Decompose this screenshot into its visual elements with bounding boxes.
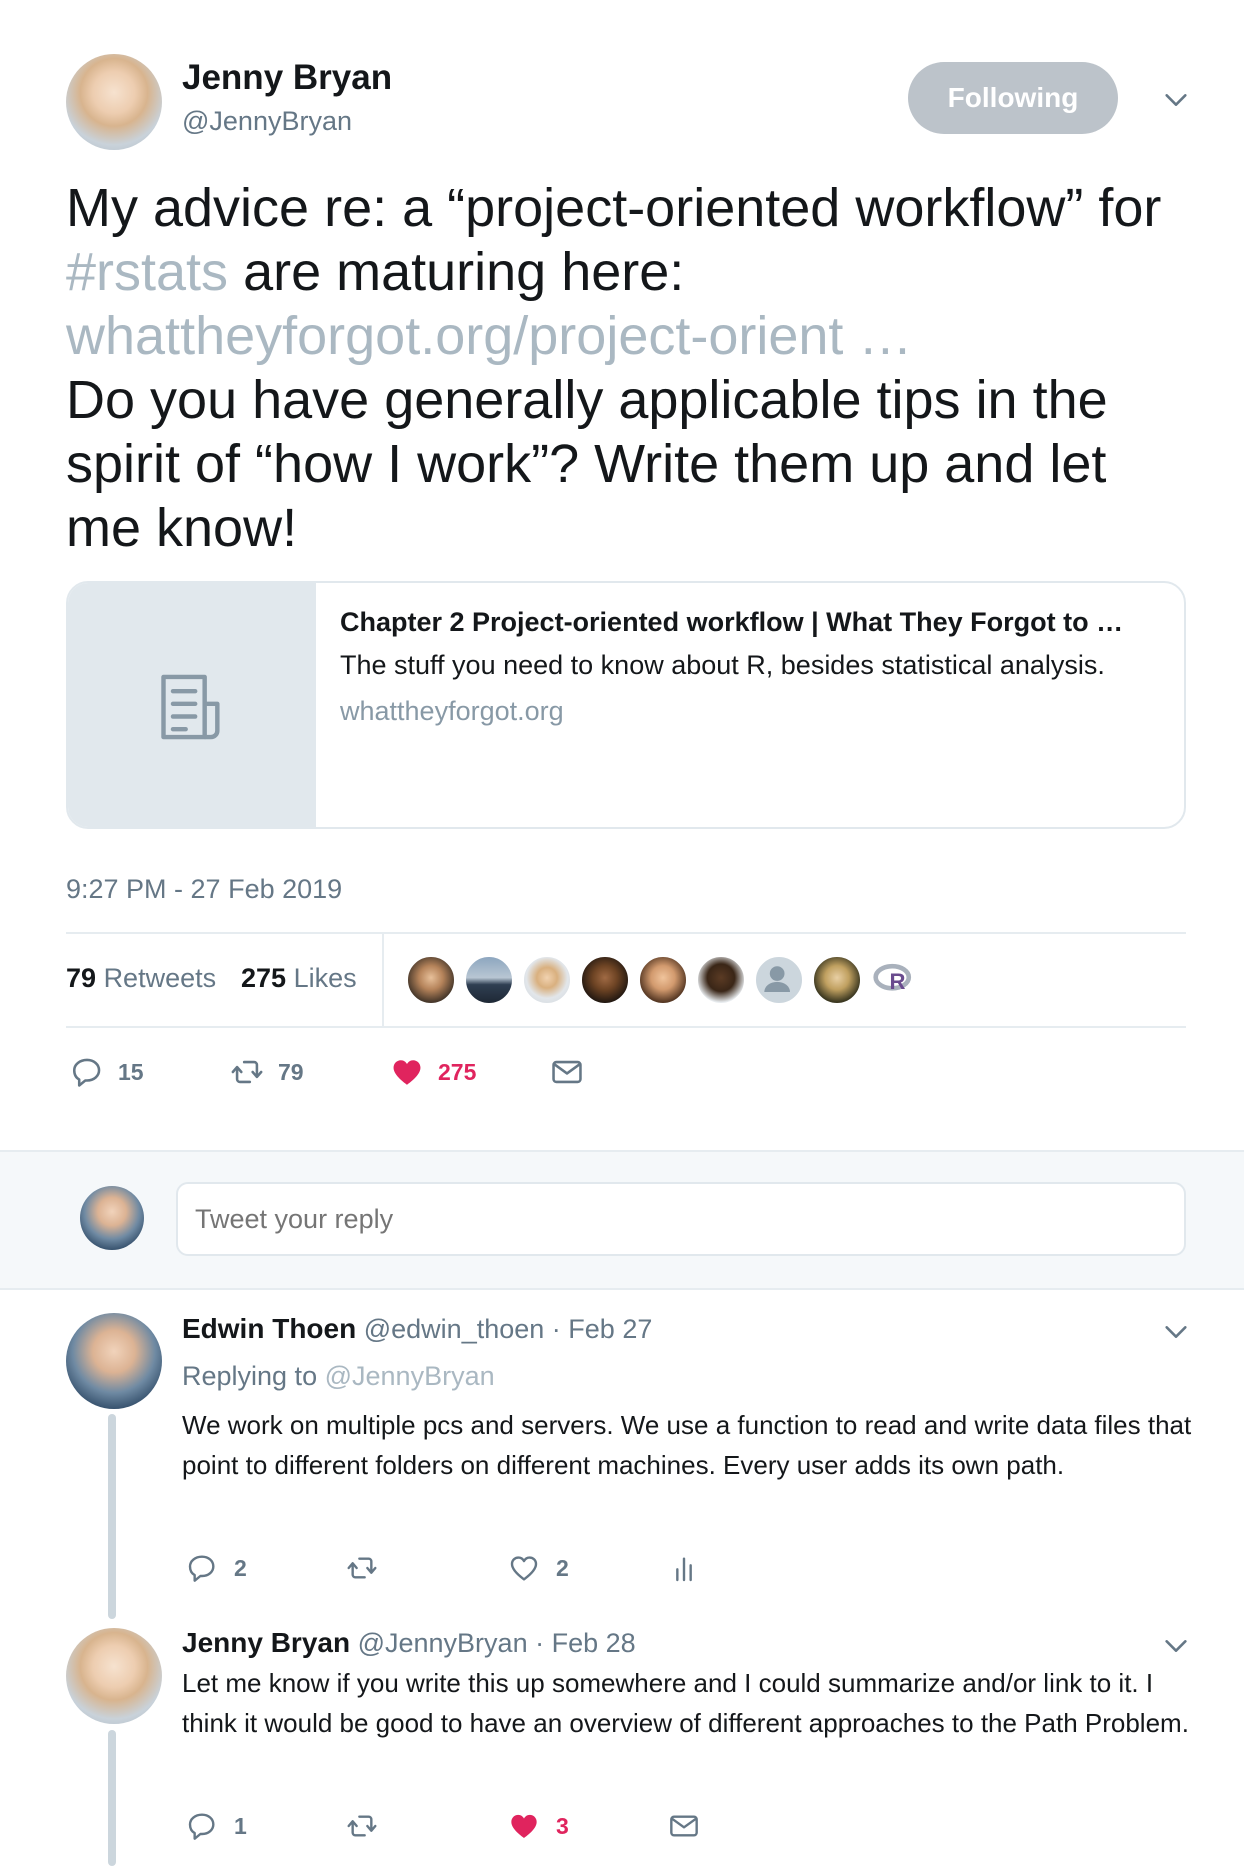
document-icon — [161, 674, 220, 740]
tweet-text-part: Do you have generally applicable tips in… — [66, 370, 1108, 558]
tweet-timestamp[interactable]: 9:27 PM - 27 Feb 2019 — [66, 874, 342, 905]
reply-text: We work on multiple pcs and servers. We … — [182, 1410, 1192, 1480]
direct-message-button[interactable] — [550, 1050, 584, 1094]
like-count: 3 — [556, 1812, 569, 1839]
retweet-button[interactable] — [346, 1548, 378, 1588]
reply-date[interactable]: · Feb 28 — [535, 1628, 636, 1658]
envelope-icon — [670, 1815, 698, 1837]
card-domain: whattheyforgot.org — [340, 696, 564, 726]
analytics-button[interactable] — [668, 1548, 700, 1588]
replying-to-label: Replying to — [182, 1361, 318, 1391]
card-description: The stuff you need to know about R, besi… — [340, 650, 1105, 680]
default-avatar[interactable] — [754, 955, 804, 1005]
like-button[interactable]: 275 — [390, 1050, 476, 1094]
tweet-text: My advice re: a “project-oriented workfl… — [66, 176, 1186, 560]
retweet-icon — [231, 1060, 263, 1084]
divider — [66, 1026, 1186, 1028]
reply-count: 2 — [234, 1554, 247, 1581]
reply-icon — [188, 1813, 215, 1840]
reply-date[interactable]: · Feb 27 — [552, 1314, 653, 1344]
divider — [66, 932, 1186, 934]
liker-avatar[interactable] — [812, 955, 862, 1005]
reply-text: Let me know if you write this up somewhe… — [182, 1668, 1189, 1738]
reply-input[interactable] — [176, 1182, 1186, 1256]
retweet-button[interactable]: 79 — [230, 1050, 304, 1094]
analytics-icon — [676, 1557, 692, 1582]
like-button[interactable]: 2 — [508, 1548, 569, 1588]
liker-avatar[interactable] — [580, 955, 630, 1005]
mention-link[interactable]: @JennyBryan — [325, 1361, 495, 1391]
following-button[interactable]: Following — [908, 62, 1118, 134]
retweets-label: Retweets — [103, 963, 217, 993]
liker-avatar[interactable] — [522, 955, 572, 1005]
reply-header: Jenny Bryan @JennyBryan · Feb 28 — [182, 1627, 636, 1659]
reply-composer — [0, 1150, 1244, 1290]
author-handle[interactable]: @JennyBryan — [182, 106, 352, 137]
direct-message-button[interactable] — [668, 1806, 700, 1846]
hashtag-link[interactable]: #rstats — [66, 242, 228, 302]
chevron-down-icon[interactable] — [1162, 1632, 1190, 1660]
card-thumbnail — [68, 583, 316, 827]
like-count: 2 — [556, 1554, 569, 1581]
reply-author-handle[interactable]: @JennyBryan — [358, 1628, 528, 1658]
tweet-text-part: are maturing here: — [228, 242, 685, 302]
like-count: 275 — [438, 1058, 477, 1085]
heart-icon — [510, 1556, 538, 1581]
retweets-stat[interactable]: 79 Retweets — [66, 963, 216, 994]
author-name[interactable]: Jenny Bryan — [182, 58, 392, 98]
likes-label: Likes — [293, 963, 357, 993]
reply-count: 15 — [118, 1058, 144, 1085]
retweet-icon — [347, 1557, 377, 1579]
reply-icon — [72, 1058, 101, 1087]
reply-author-name[interactable]: Jenny Bryan — [182, 1627, 350, 1658]
reply-author-avatar[interactable] — [66, 1628, 162, 1724]
chevron-down-icon[interactable] — [1162, 86, 1190, 114]
retweet-count: 79 — [278, 1058, 304, 1085]
retweet-button[interactable] — [346, 1806, 378, 1846]
reply-button[interactable]: 1 — [186, 1806, 247, 1846]
author-avatar[interactable] — [66, 54, 162, 150]
liker-avatar[interactable] — [696, 955, 746, 1005]
thread-line — [108, 1730, 116, 1866]
thread-line — [108, 1414, 116, 1619]
like-button[interactable]: 3 — [508, 1806, 569, 1846]
heart-filled-icon — [393, 1060, 421, 1085]
likes-stat[interactable]: 275 Likes — [241, 963, 357, 994]
liker-avatar[interactable] — [464, 955, 514, 1005]
r-logo-avatar[interactable]: R — [870, 955, 920, 1005]
person-icon — [764, 966, 791, 992]
svg-text:R: R — [889, 969, 905, 994]
reply-author-avatar[interactable] — [66, 1313, 162, 1409]
link-card[interactable]: Chapter 2 Project-oriented workflow | Wh… — [66, 581, 1186, 829]
tweet-text-part: My advice re: a “project-oriented workfl… — [66, 178, 1162, 238]
heart-filled-icon — [511, 1814, 537, 1838]
reply-count: 1 — [234, 1812, 247, 1839]
url-link[interactable]: whattheyforgot.org/project-orient … — [66, 306, 912, 366]
reply-author-name[interactable]: Edwin Thoen — [182, 1313, 356, 1344]
envelope-icon — [552, 1060, 582, 1084]
reply-button[interactable]: 15 — [70, 1050, 144, 1094]
liker-avatar[interactable] — [638, 955, 688, 1005]
reply-author-handle[interactable]: @edwin_thoen — [364, 1314, 545, 1344]
likes-count: 275 — [241, 963, 287, 993]
liker-avatar[interactable] — [406, 955, 456, 1005]
reply-header: Edwin Thoen @edwin_thoen · Feb 27 — [182, 1313, 652, 1345]
r-logo-icon: R — [873, 963, 912, 994]
current-user-avatar[interactable] — [80, 1186, 144, 1250]
chevron-down-icon[interactable] — [1162, 1318, 1190, 1346]
stats-separator — [382, 934, 384, 1027]
retweet-icon — [347, 1815, 377, 1837]
reply-icon — [188, 1555, 215, 1582]
replying-to: Replying to @JennyBryan — [182, 1361, 495, 1392]
card-title: Chapter 2 Project-oriented workflow | Wh… — [340, 607, 1124, 637]
reply-button[interactable]: 2 — [186, 1548, 247, 1588]
retweets-count: 79 — [66, 963, 97, 993]
